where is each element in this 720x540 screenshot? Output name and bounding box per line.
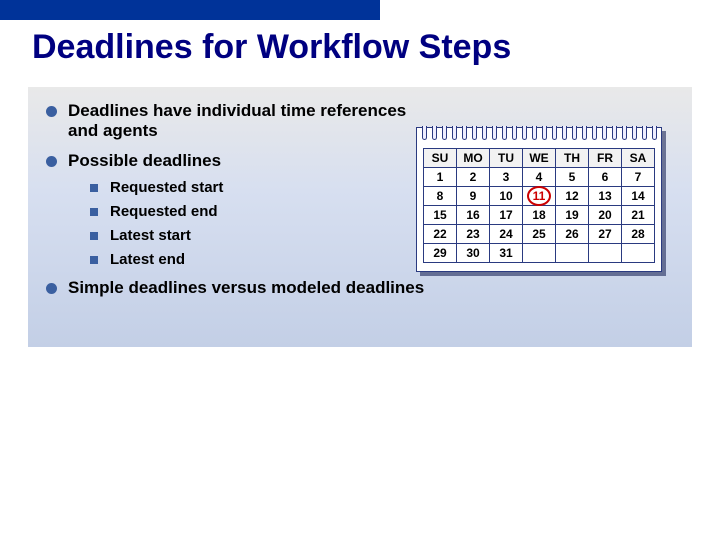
- calendar-day-cell: [556, 244, 589, 263]
- calendar-day-cell: 1: [424, 168, 457, 187]
- slide-title: Deadlines for Workflow Steps: [32, 28, 720, 67]
- calendar-day-cell: 29: [424, 244, 457, 263]
- calendar-day-cell: [523, 244, 556, 263]
- calendar-day-cell: 18: [523, 206, 556, 225]
- calendar-header-cell: WE: [523, 149, 556, 168]
- calendar-day-cell: 10: [490, 187, 523, 206]
- calendar-binding: [417, 128, 661, 144]
- calendar-day-cell: 30: [457, 244, 490, 263]
- calendar-day-cell: 14: [622, 187, 655, 206]
- calendar-day-cell: 24: [490, 225, 523, 244]
- calendar-graphic: SUMOTUWETHFRSA 1234567891011121314151617…: [416, 127, 662, 272]
- calendar-day-cell: 2: [457, 168, 490, 187]
- calendar-day-cell: [622, 244, 655, 263]
- bullet-item: Simple deadlines versus modeled deadline…: [46, 278, 674, 298]
- calendar-table: SUMOTUWETHFRSA 1234567891011121314151617…: [423, 148, 655, 263]
- calendar-day-cell: 7: [622, 168, 655, 187]
- calendar-day-cell: 17: [490, 206, 523, 225]
- calendar-header-cell: TU: [490, 149, 523, 168]
- calendar-day-cell: 19: [556, 206, 589, 225]
- calendar-header-cell: FR: [589, 149, 622, 168]
- calendar-day-cell: 11: [523, 187, 556, 206]
- calendar-day-cell: 8: [424, 187, 457, 206]
- calendar-day-cell: 21: [622, 206, 655, 225]
- calendar-day-cell: 16: [457, 206, 490, 225]
- calendar-day-cell: 26: [556, 225, 589, 244]
- calendar-header-cell: TH: [556, 149, 589, 168]
- calendar-day-cell: 13: [589, 187, 622, 206]
- calendar-day-cell: 6: [589, 168, 622, 187]
- calendar-day-cell: [589, 244, 622, 263]
- calendar-day-cell: 5: [556, 168, 589, 187]
- calendar-day-cell: 23: [457, 225, 490, 244]
- header-accent-bar: [0, 0, 380, 20]
- bullet-text: Deadlines have individual time reference…: [68, 101, 408, 141]
- calendar-header-cell: SU: [424, 149, 457, 168]
- calendar-day-cell: 15: [424, 206, 457, 225]
- calendar-day-cell: 27: [589, 225, 622, 244]
- calendar-day-cell: 20: [589, 206, 622, 225]
- calendar-header-cell: MO: [457, 149, 490, 168]
- calendar-day-cell: 22: [424, 225, 457, 244]
- content-panel: Deadlines have individual time reference…: [28, 87, 692, 347]
- calendar-day-cell: 9: [457, 187, 490, 206]
- bullet-text: Possible deadlines: [68, 151, 221, 170]
- calendar-day-cell: 31: [490, 244, 523, 263]
- calendar-day-cell: 25: [523, 225, 556, 244]
- calendar-day-cell: 12: [556, 187, 589, 206]
- calendar-day-cell: 28: [622, 225, 655, 244]
- calendar-day-cell: 3: [490, 168, 523, 187]
- calendar-header-cell: SA: [622, 149, 655, 168]
- calendar-day-cell: 4: [523, 168, 556, 187]
